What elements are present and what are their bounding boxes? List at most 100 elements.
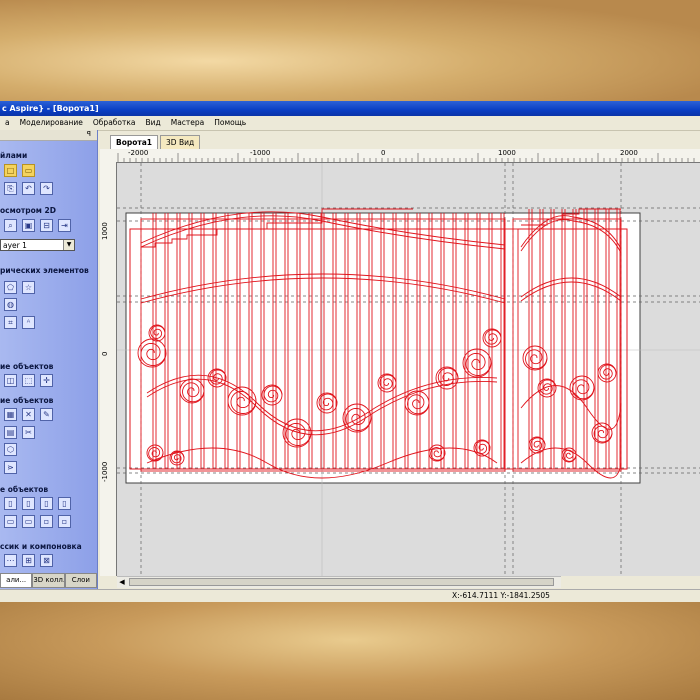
ruler-top-ticks: [117, 153, 695, 162]
geometry-icons-row3: ⌗ ᴬ: [4, 316, 35, 329]
menu-bar: а Моделирование Обработка Вид Мастера По…: [0, 116, 700, 131]
zoom-icon[interactable]: ⌕: [4, 219, 17, 232]
scroll-left-icon[interactable]: ◀: [117, 577, 127, 587]
distribute-icon[interactable]: ▫: [40, 515, 53, 528]
offset-icon[interactable]: ⬡: [4, 443, 17, 456]
text-icon[interactable]: ᴬ: [22, 316, 35, 329]
tab-3d-view[interactable]: 3D Вид: [160, 135, 201, 150]
app-window: c Aspire} - [Ворота1] а Моделирование Об…: [0, 101, 700, 602]
zoom-fit-icon[interactable]: ⊟: [40, 219, 53, 232]
join-icons-row1: ▦ ✕ ✎: [4, 408, 53, 421]
menu-modeling[interactable]: Моделирование: [15, 116, 88, 130]
join-icons-row4: ⋗: [4, 461, 17, 474]
ruler-left-label: 0: [101, 351, 109, 356]
join-icons-row3: ⬡: [4, 443, 17, 456]
mirror-icon[interactable]: ⋗: [4, 461, 17, 474]
size-icon[interactable]: ▫: [58, 515, 71, 528]
redo-icon[interactable]: ↷: [40, 182, 53, 195]
menu-file[interactable]: а: [0, 116, 15, 130]
title-bar[interactable]: c Aspire} - [Ворота1]: [0, 101, 700, 116]
document-tabs: Ворота1 3D Вид: [110, 135, 201, 150]
open-file-icon[interactable]: ▭: [22, 164, 35, 177]
ruler-top: -2000 -1000 0 1000 2000: [116, 149, 700, 163]
section-geometry: рических элементов: [0, 266, 89, 275]
status-bar: X:-614.7111 Y:-1841.2505: [0, 589, 700, 602]
background-blur-bottom: [0, 600, 700, 700]
tab-drawing[interactable]: али...: [0, 573, 33, 588]
new-file-icon[interactable]: □: [4, 164, 17, 177]
menu-view[interactable]: Вид: [141, 116, 166, 130]
align-bottom-icon[interactable]: ▭: [4, 515, 17, 528]
scrollbar-thumb[interactable]: [129, 578, 554, 586]
nesting-icon[interactable]: ⋯: [4, 554, 17, 567]
ruler-top-label: -2000: [128, 149, 149, 157]
ruler-top-label: 1000: [498, 149, 516, 157]
section-layout: ссик и компоновка: [0, 542, 82, 551]
undo-icon[interactable]: ↶: [22, 182, 35, 195]
polygon-icon[interactable]: ⬠: [4, 281, 17, 294]
horizontal-scrollbar[interactable]: ◀: [117, 576, 561, 588]
ruler-left: 1000 0 -1000: [100, 162, 117, 576]
array-icon[interactable]: ⊞: [22, 554, 35, 567]
ruler-left-label: 1000: [101, 222, 109, 240]
pin-icon[interactable]: ꟼ: [87, 130, 91, 138]
sidebar-header: ꟼ: [0, 130, 97, 141]
section-2d-view: осмотром 2D: [0, 206, 56, 215]
weld-icon[interactable]: ▤: [4, 426, 17, 439]
gate-drawing: [117, 163, 700, 576]
geometry-icons-row2: ◍: [4, 298, 17, 311]
pen-icon[interactable]: ✎: [40, 408, 53, 421]
ruler-left-label: -1000: [101, 461, 109, 482]
transform-icon[interactable]: ⌗: [4, 316, 17, 329]
align-middle-icon[interactable]: ▭: [22, 515, 35, 528]
group-icon[interactable]: ▦: [4, 408, 17, 421]
align-icons-row1: ▯ ▯ ▯ ▯: [4, 497, 71, 510]
background-blur-top: [0, 0, 700, 102]
sidebar-tabs: али... 3D колл... Слои: [0, 573, 97, 588]
align-center-icon[interactable]: ▯: [22, 497, 35, 510]
layer-select-value: ayer 1: [3, 241, 27, 250]
files-icons-row1: □ ▭: [4, 164, 35, 177]
ellipse-icon[interactable]: ◍: [4, 298, 17, 311]
ruler-top-label: -1000: [250, 149, 271, 157]
menu-wizards[interactable]: Мастера: [166, 116, 210, 130]
menu-help[interactable]: Помощь: [209, 116, 251, 130]
select-icon[interactable]: ◫: [4, 374, 17, 387]
pan-icon[interactable]: ⇥: [58, 219, 71, 232]
star-icon[interactable]: ☆: [22, 281, 35, 294]
material-sheet: [125, 212, 641, 484]
drawing-canvas[interactable]: [117, 163, 700, 576]
tab-layers[interactable]: Слои: [64, 573, 97, 588]
tab-document[interactable]: Ворота1: [110, 135, 159, 149]
align-left-icon[interactable]: ▯: [4, 497, 17, 510]
align-icons-row2: ▭ ▭ ▫ ▫: [4, 515, 71, 528]
section-align-objects: е объектов: [0, 485, 49, 494]
menu-machining[interactable]: Обработка: [88, 116, 141, 130]
tool-sidebar: ꟼ йлами □ ▭ ⎘ ↶ ↷ осмотром 2D ⌕ ▣ ⊟ ⇥ ay…: [0, 130, 98, 592]
tab-3d-clipart[interactable]: 3D колл...: [32, 573, 65, 588]
section-files: йлами: [0, 151, 28, 160]
view-icons-row: ⌕ ▣ ⊟ ⇥: [4, 219, 71, 232]
ruler-top-label: 0: [381, 149, 386, 157]
section-join-objects: ие объектов: [0, 396, 54, 405]
align-right-icon[interactable]: ▯: [40, 497, 53, 510]
geometry-icons-row1: ⬠ ☆: [4, 281, 35, 294]
section-edit-objects: ие объектов: [0, 362, 54, 371]
chevron-down-icon[interactable]: ▼: [63, 240, 74, 250]
zoom-all-icon[interactable]: ▣: [22, 219, 35, 232]
files-icons-row2: ⎘ ↶ ↷: [4, 182, 53, 195]
layout-icons-row: ⋯ ⊞ ⊠: [4, 554, 53, 567]
ruler-corner: [100, 149, 116, 162]
align-top-icon[interactable]: ▯: [58, 497, 71, 510]
cursor-coordinates: X:-614.7111 Y:-1841.2505: [452, 591, 550, 600]
join-icons-row2: ▤ ✂: [4, 426, 35, 439]
node-edit-icon[interactable]: ⬚: [22, 374, 35, 387]
ungroup-icon[interactable]: ✕: [22, 408, 35, 421]
grid-array-icon[interactable]: ⊠: [40, 554, 53, 567]
import-icon[interactable]: ⎘: [4, 182, 17, 195]
scissors-icon[interactable]: ✂: [22, 426, 35, 439]
ruler-top-label: 2000: [620, 149, 638, 157]
window-title: c Aspire} - [Ворота1]: [2, 104, 99, 113]
crosshair-icon[interactable]: ✛: [40, 374, 53, 387]
layer-select[interactable]: ayer 1 ▼: [0, 239, 75, 251]
